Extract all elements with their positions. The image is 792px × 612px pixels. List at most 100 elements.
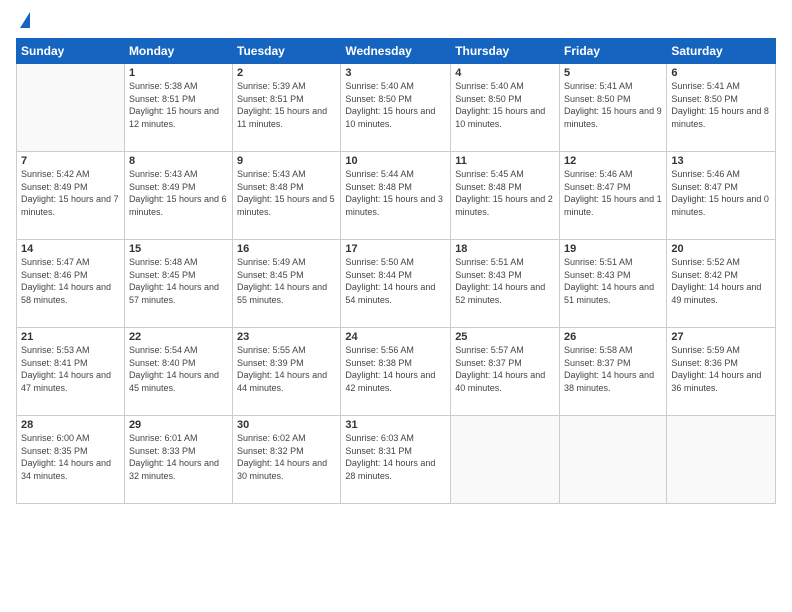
day-info: Sunrise: 5:40 AMSunset: 8:50 PMDaylight:…	[345, 80, 446, 130]
calendar-cell: 6Sunrise: 5:41 AMSunset: 8:50 PMDaylight…	[667, 64, 776, 152]
calendar-week-1: 1Sunrise: 5:38 AMSunset: 8:51 PMDaylight…	[17, 64, 776, 152]
calendar-cell: 9Sunrise: 5:43 AMSunset: 8:48 PMDaylight…	[233, 152, 341, 240]
day-number: 30	[237, 419, 336, 431]
calendar-header-thursday: Thursday	[451, 39, 560, 64]
day-info: Sunrise: 5:51 AMSunset: 8:43 PMDaylight:…	[564, 256, 662, 306]
calendar-cell: 19Sunrise: 5:51 AMSunset: 8:43 PMDayligh…	[560, 240, 667, 328]
calendar-cell: 22Sunrise: 5:54 AMSunset: 8:40 PMDayligh…	[124, 328, 232, 416]
day-number: 15	[129, 243, 228, 255]
day-info: Sunrise: 5:50 AMSunset: 8:44 PMDaylight:…	[345, 256, 446, 306]
day-number: 31	[345, 419, 446, 431]
calendar-cell: 31Sunrise: 6:03 AMSunset: 8:31 PMDayligh…	[341, 416, 451, 504]
day-info: Sunrise: 5:42 AMSunset: 8:49 PMDaylight:…	[21, 168, 120, 218]
calendar-cell: 2Sunrise: 5:39 AMSunset: 8:51 PMDaylight…	[233, 64, 341, 152]
day-number: 27	[671, 331, 771, 343]
calendar-cell: 11Sunrise: 5:45 AMSunset: 8:48 PMDayligh…	[451, 152, 560, 240]
calendar-cell: 4Sunrise: 5:40 AMSunset: 8:50 PMDaylight…	[451, 64, 560, 152]
day-number: 2	[237, 67, 336, 79]
calendar-cell	[17, 64, 125, 152]
header	[16, 12, 776, 30]
calendar-cell: 13Sunrise: 5:46 AMSunset: 8:47 PMDayligh…	[667, 152, 776, 240]
day-info: Sunrise: 6:03 AMSunset: 8:31 PMDaylight:…	[345, 432, 446, 482]
calendar-cell	[667, 416, 776, 504]
day-number: 26	[564, 331, 662, 343]
calendar-cell: 14Sunrise: 5:47 AMSunset: 8:46 PMDayligh…	[17, 240, 125, 328]
day-number: 29	[129, 419, 228, 431]
day-number: 16	[237, 243, 336, 255]
calendar-header-wednesday: Wednesday	[341, 39, 451, 64]
day-info: Sunrise: 5:55 AMSunset: 8:39 PMDaylight:…	[237, 344, 336, 394]
calendar-week-2: 7Sunrise: 5:42 AMSunset: 8:49 PMDaylight…	[17, 152, 776, 240]
calendar-cell: 12Sunrise: 5:46 AMSunset: 8:47 PMDayligh…	[560, 152, 667, 240]
day-info: Sunrise: 5:45 AMSunset: 8:48 PMDaylight:…	[455, 168, 555, 218]
day-number: 22	[129, 331, 228, 343]
day-number: 9	[237, 155, 336, 167]
calendar-cell: 1Sunrise: 5:38 AMSunset: 8:51 PMDaylight…	[124, 64, 232, 152]
calendar-cell: 26Sunrise: 5:58 AMSunset: 8:37 PMDayligh…	[560, 328, 667, 416]
day-number: 13	[671, 155, 771, 167]
day-info: Sunrise: 5:46 AMSunset: 8:47 PMDaylight:…	[671, 168, 771, 218]
day-info: Sunrise: 5:49 AMSunset: 8:45 PMDaylight:…	[237, 256, 336, 306]
day-info: Sunrise: 6:01 AMSunset: 8:33 PMDaylight:…	[129, 432, 228, 482]
calendar-week-4: 21Sunrise: 5:53 AMSunset: 8:41 PMDayligh…	[17, 328, 776, 416]
day-number: 3	[345, 67, 446, 79]
calendar-cell: 3Sunrise: 5:40 AMSunset: 8:50 PMDaylight…	[341, 64, 451, 152]
day-info: Sunrise: 5:58 AMSunset: 8:37 PMDaylight:…	[564, 344, 662, 394]
day-info: Sunrise: 5:54 AMSunset: 8:40 PMDaylight:…	[129, 344, 228, 394]
day-number: 14	[21, 243, 120, 255]
day-info: Sunrise: 5:43 AMSunset: 8:48 PMDaylight:…	[237, 168, 336, 218]
calendar-cell: 15Sunrise: 5:48 AMSunset: 8:45 PMDayligh…	[124, 240, 232, 328]
day-info: Sunrise: 5:41 AMSunset: 8:50 PMDaylight:…	[564, 80, 662, 130]
day-number: 24	[345, 331, 446, 343]
calendar-cell	[560, 416, 667, 504]
day-number: 19	[564, 243, 662, 255]
calendar-cell: 27Sunrise: 5:59 AMSunset: 8:36 PMDayligh…	[667, 328, 776, 416]
calendar-header-friday: Friday	[560, 39, 667, 64]
day-info: Sunrise: 5:48 AMSunset: 8:45 PMDaylight:…	[129, 256, 228, 306]
calendar-cell: 8Sunrise: 5:43 AMSunset: 8:49 PMDaylight…	[124, 152, 232, 240]
calendar-week-3: 14Sunrise: 5:47 AMSunset: 8:46 PMDayligh…	[17, 240, 776, 328]
day-number: 21	[21, 331, 120, 343]
calendar-week-5: 28Sunrise: 6:00 AMSunset: 8:35 PMDayligh…	[17, 416, 776, 504]
calendar-cell: 29Sunrise: 6:01 AMSunset: 8:33 PMDayligh…	[124, 416, 232, 504]
logo-triangle-icon	[20, 12, 30, 28]
calendar-cell: 18Sunrise: 5:51 AMSunset: 8:43 PMDayligh…	[451, 240, 560, 328]
day-info: Sunrise: 5:56 AMSunset: 8:38 PMDaylight:…	[345, 344, 446, 394]
calendar-header-saturday: Saturday	[667, 39, 776, 64]
day-number: 8	[129, 155, 228, 167]
calendar-header-monday: Monday	[124, 39, 232, 64]
calendar-cell: 30Sunrise: 6:02 AMSunset: 8:32 PMDayligh…	[233, 416, 341, 504]
day-info: Sunrise: 5:38 AMSunset: 8:51 PMDaylight:…	[129, 80, 228, 130]
calendar-cell: 16Sunrise: 5:49 AMSunset: 8:45 PMDayligh…	[233, 240, 341, 328]
calendar-cell: 24Sunrise: 5:56 AMSunset: 8:38 PMDayligh…	[341, 328, 451, 416]
day-info: Sunrise: 5:59 AMSunset: 8:36 PMDaylight:…	[671, 344, 771, 394]
day-info: Sunrise: 5:40 AMSunset: 8:50 PMDaylight:…	[455, 80, 555, 130]
day-number: 6	[671, 67, 771, 79]
day-info: Sunrise: 5:44 AMSunset: 8:48 PMDaylight:…	[345, 168, 446, 218]
calendar-cell	[451, 416, 560, 504]
day-number: 1	[129, 67, 228, 79]
day-info: Sunrise: 5:51 AMSunset: 8:43 PMDaylight:…	[455, 256, 555, 306]
day-number: 7	[21, 155, 120, 167]
day-number: 11	[455, 155, 555, 167]
calendar-cell: 25Sunrise: 5:57 AMSunset: 8:37 PMDayligh…	[451, 328, 560, 416]
calendar-header-row: SundayMondayTuesdayWednesdayThursdayFrid…	[17, 39, 776, 64]
calendar-header-sunday: Sunday	[17, 39, 125, 64]
day-number: 12	[564, 155, 662, 167]
calendar-cell: 21Sunrise: 5:53 AMSunset: 8:41 PMDayligh…	[17, 328, 125, 416]
day-number: 23	[237, 331, 336, 343]
day-number: 5	[564, 67, 662, 79]
calendar-cell: 7Sunrise: 5:42 AMSunset: 8:49 PMDaylight…	[17, 152, 125, 240]
calendar-header-tuesday: Tuesday	[233, 39, 341, 64]
day-number: 17	[345, 243, 446, 255]
day-info: Sunrise: 5:53 AMSunset: 8:41 PMDaylight:…	[21, 344, 120, 394]
logo	[16, 12, 30, 30]
calendar-cell: 5Sunrise: 5:41 AMSunset: 8:50 PMDaylight…	[560, 64, 667, 152]
calendar-cell: 17Sunrise: 5:50 AMSunset: 8:44 PMDayligh…	[341, 240, 451, 328]
day-info: Sunrise: 6:00 AMSunset: 8:35 PMDaylight:…	[21, 432, 120, 482]
day-number: 10	[345, 155, 446, 167]
calendar-cell: 23Sunrise: 5:55 AMSunset: 8:39 PMDayligh…	[233, 328, 341, 416]
day-info: Sunrise: 5:41 AMSunset: 8:50 PMDaylight:…	[671, 80, 771, 130]
calendar: SundayMondayTuesdayWednesdayThursdayFrid…	[16, 38, 776, 504]
day-number: 20	[671, 243, 771, 255]
